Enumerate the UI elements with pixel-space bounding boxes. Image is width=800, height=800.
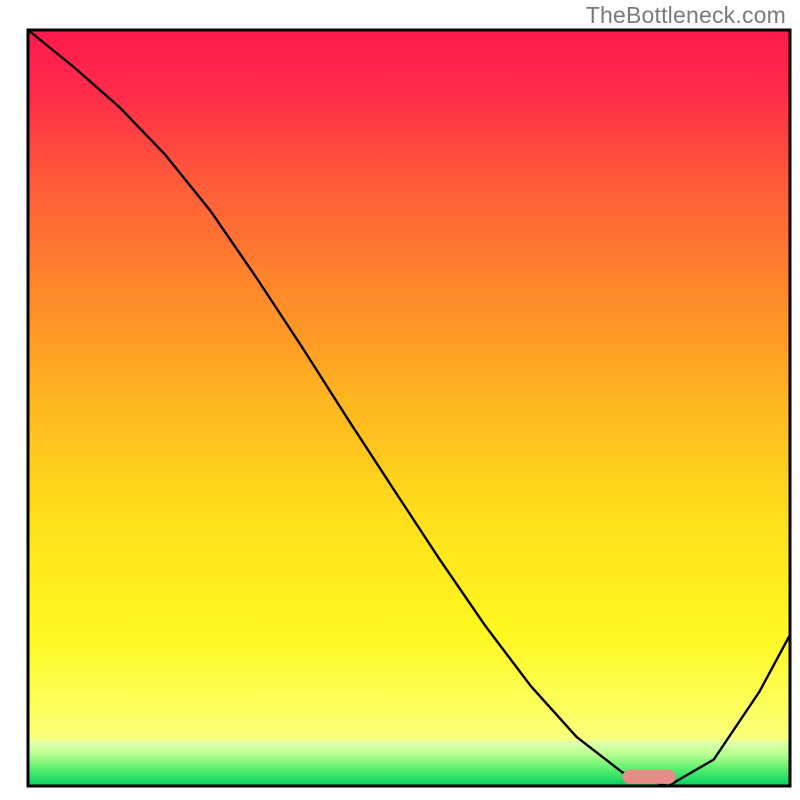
chart-svg (0, 0, 800, 800)
watermark-text: TheBottleneck.com (586, 2, 786, 29)
plot-area (28, 30, 790, 786)
optimal-marker (622, 770, 675, 784)
chart-container: { "watermark": "TheBottleneck.com", "cha… (0, 0, 800, 800)
